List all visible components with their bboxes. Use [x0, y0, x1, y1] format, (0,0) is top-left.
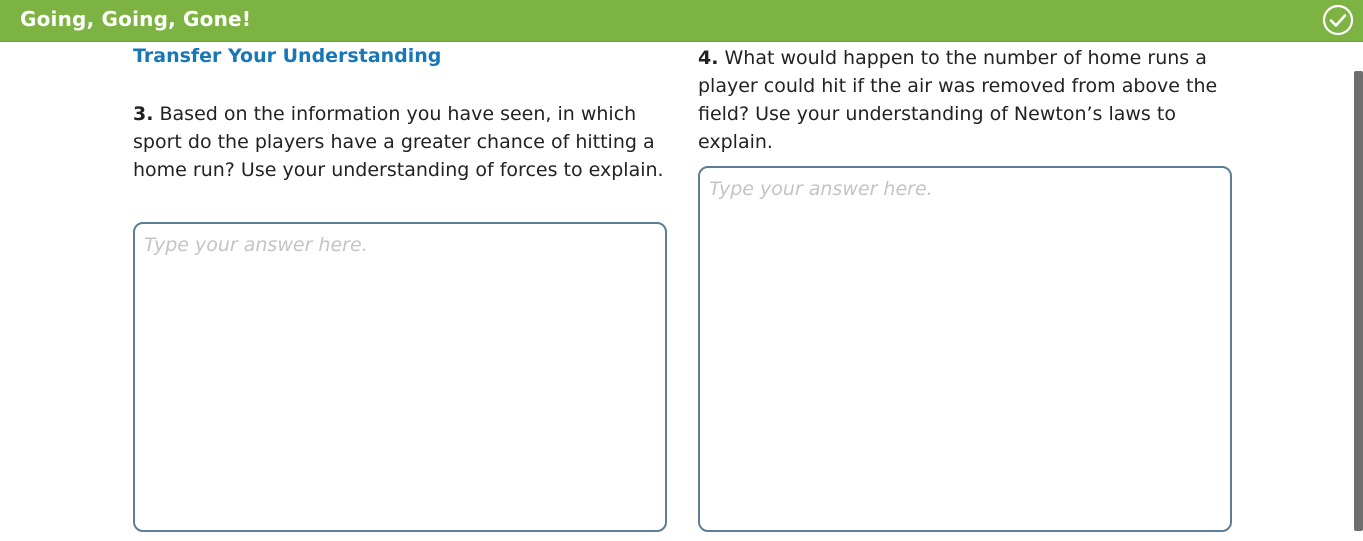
- check-circle-icon[interactable]: [1322, 4, 1354, 36]
- title-bar: Going, Going, Gone!: [0, 0, 1363, 42]
- question-text: What would happen to the number of home …: [698, 47, 1218, 153]
- page-title: Going, Going, Gone!: [20, 7, 252, 31]
- section-heading: Transfer Your Understanding: [133, 45, 442, 67]
- scrollbar-thumb[interactable]: [1354, 71, 1363, 531]
- question-4-prompt: 4. What would happen to the number of ho…: [698, 44, 1243, 156]
- question-3-prompt: 3. Based on the information you have see…: [133, 100, 678, 184]
- question-number: 4.: [698, 47, 719, 69]
- question-3-answer-input[interactable]: [133, 222, 667, 532]
- question-number: 3.: [133, 103, 154, 125]
- question-4-answer-input[interactable]: [698, 166, 1232, 532]
- question-text: Based on the information you have seen, …: [133, 103, 664, 181]
- activity-page: Going, Going, Gone! Transfer Your Unders…: [0, 0, 1363, 541]
